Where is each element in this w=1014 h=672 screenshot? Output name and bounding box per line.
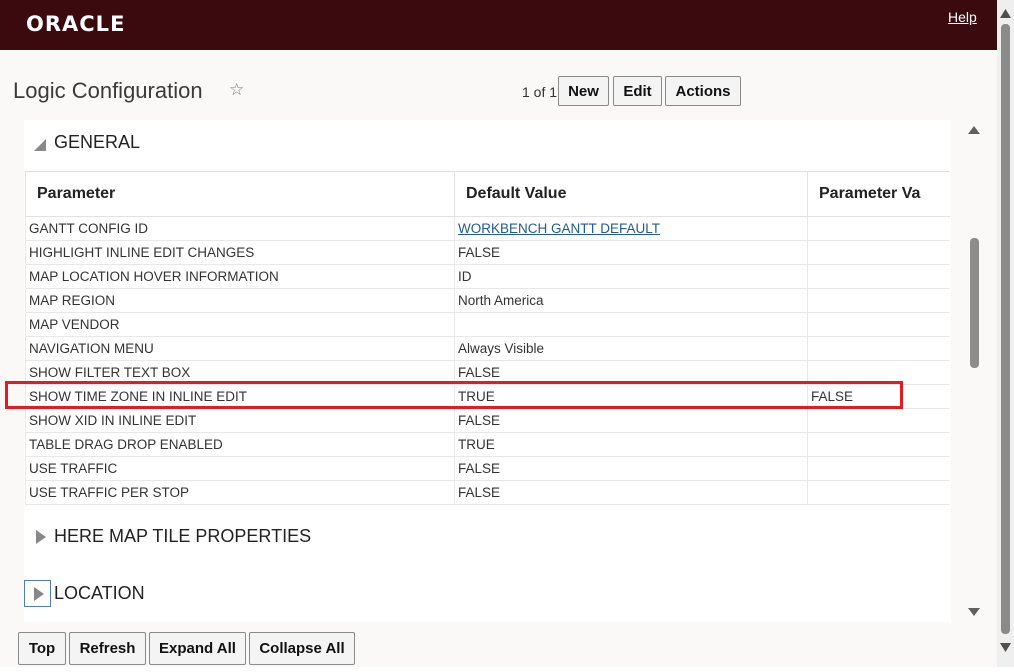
collapse-all-button[interactable]: Collapse All [249,632,355,665]
page-title: Logic Configuration [13,78,203,103]
cell-default-value: FALSE [454,480,808,505]
scroll-up-icon [968,126,980,134]
scroll-down-icon [968,608,980,616]
column-header-parameter[interactable]: Parameter [25,171,455,217]
cell-default-value: WORKBENCH GANTT DEFAULT [454,216,808,241]
cell-parameter: USE TRAFFIC PER STOP [25,480,455,505]
triangle-collapsed-icon [33,586,44,601]
location-toggle[interactable] [24,580,51,607]
table-row[interactable]: SHOW XID IN INLINE EDIT FALSE [25,408,950,433]
cell-parameter-value[interactable] [807,240,950,265]
cell-parameter: GANTT CONFIG ID [25,216,455,241]
cell-parameter-value[interactable] [807,360,950,385]
cell-default-value: FALSE [454,456,808,481]
content-scrollbar[interactable] [963,120,985,622]
table-row[interactable]: SHOW FILTER TEXT BOX FALSE [25,360,950,385]
window-scroll-up-icon [1000,9,1011,18]
section-location-label: LOCATION [54,583,145,603]
table-row[interactable]: HIGHLIGHT INLINE EDIT CHANGES FALSE [25,240,950,265]
cell-parameter-value[interactable]: FALSE [807,384,950,409]
star-icon[interactable]: ☆ [229,80,244,100]
table-row[interactable]: MAP LOCATION HOVER INFORMATION ID [25,264,950,289]
expand-all-button[interactable]: Expand All [149,632,246,665]
table-row[interactable]: SHOW TIME ZONE IN INLINE EDIT TRUE FALSE [25,384,950,409]
cell-default-value: FALSE [454,360,808,385]
cell-default-value: FALSE [454,240,808,265]
cell-default-value: ID [454,264,808,289]
table-row[interactable]: USE TRAFFIC PER STOP FALSE [25,480,950,505]
scroll-thumb [970,238,979,368]
cell-parameter-value[interactable] [807,264,950,289]
cell-parameter-value[interactable] [807,216,950,241]
refresh-button[interactable]: Refresh [69,632,146,665]
pager-text: 1 of 1 [522,84,558,100]
cell-parameter: MAP LOCATION HOVER INFORMATION [25,264,455,289]
cell-parameter: MAP REGION [25,288,455,313]
column-header-default-value[interactable]: Default Value [454,171,808,217]
window-scroll-down-icon [1000,643,1011,652]
content-panel: GENERAL Parameter Default Value Paramete… [24,120,951,622]
table-row[interactable]: GANTT CONFIG ID WORKBENCH GANTT DEFAULT [25,216,950,241]
cell-parameter-value[interactable] [807,480,950,505]
cell-parameter: TABLE DRAG DROP ENABLED [25,432,455,457]
cell-parameter: USE TRAFFIC [25,456,455,481]
parameter-table-viewport: Parameter Default Value Parameter Va GAN… [25,171,950,508]
table-row[interactable]: USE TRAFFIC FALSE [25,456,950,481]
section-general-header[interactable]: GENERAL [32,132,140,153]
cell-default-value: North America [454,288,808,313]
help-link[interactable]: Help [948,9,977,25]
triangle-expanded-icon [34,138,46,151]
top-bar: ORACLE Help [0,0,997,50]
cell-parameter: HIGHLIGHT INLINE EDIT CHANGES [25,240,455,265]
actions-button[interactable]: Actions [665,76,741,106]
cell-parameter: SHOW TIME ZONE IN INLINE EDIT [25,384,455,409]
window-scroll-thumb [1001,24,1010,634]
cell-default-value: TRUE [454,384,808,409]
cell-parameter: SHOW FILTER TEXT BOX [25,360,455,385]
cell-default-value [454,312,808,337]
cell-parameter-value[interactable] [807,408,950,433]
default-value-link[interactable]: WORKBENCH GANTT DEFAULT [458,221,660,236]
cell-parameter: SHOW XID IN INLINE EDIT [25,408,455,433]
section-general-label: GENERAL [54,132,141,152]
section-location-header[interactable]: LOCATION [24,580,145,607]
cell-parameter-value[interactable] [807,336,950,361]
triangle-collapsed-icon [36,529,46,544]
section-here-map-header[interactable]: HERE MAP TILE PROPERTIES [32,526,311,547]
parameter-table: Parameter Default Value Parameter Va GAN… [25,171,950,505]
top-button[interactable]: Top [18,632,66,665]
oracle-logo: ORACLE [26,12,126,36]
section-here-map-label: HERE MAP TILE PROPERTIES [54,526,312,546]
cell-default-value: Always Visible [454,336,808,361]
window-scrollbar-graphic [1000,9,1011,652]
cell-default-value: TRUE [454,432,808,457]
table-header-row: Parameter Default Value Parameter Va [25,171,950,217]
edit-button[interactable]: Edit [613,76,662,106]
cell-parameter-value[interactable] [807,312,950,337]
cell-parameter-value[interactable] [807,456,950,481]
table-row[interactable]: MAP VENDOR [25,312,950,337]
window-scrollbar[interactable] [997,0,1014,667]
cell-parameter-value[interactable] [807,288,950,313]
table-row[interactable]: TABLE DRAG DROP ENABLED TRUE [25,432,950,457]
cell-parameter-value[interactable] [807,432,950,457]
new-button[interactable]: New [558,76,609,106]
column-header-parameter-value[interactable]: Parameter Va [807,171,950,217]
scrollbar-graphic [968,126,980,616]
table-row[interactable]: MAP REGION North America [25,288,950,313]
cell-default-value: FALSE [454,408,808,433]
table-row[interactable]: NAVIGATION MENU Always Visible [25,336,950,361]
cell-parameter: MAP VENDOR [25,312,455,337]
cell-parameter: NAVIGATION MENU [25,336,455,361]
